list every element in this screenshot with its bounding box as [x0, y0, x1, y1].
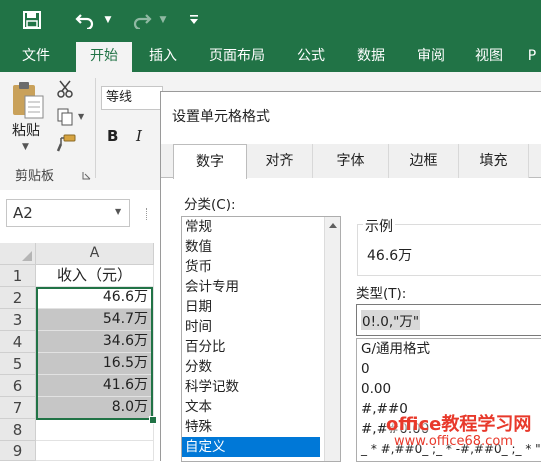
cut-icon[interactable]	[56, 80, 74, 102]
type-item[interactable]: 0.00	[357, 379, 541, 399]
redo-dropdown-icon[interactable]: ▼	[156, 8, 170, 32]
paste-icon[interactable]	[10, 80, 46, 120]
tab-view[interactable]: 视图	[462, 42, 516, 72]
sample-value: 46.6万	[367, 248, 413, 264]
selection-border	[36, 287, 153, 420]
group-divider	[95, 78, 96, 178]
type-input-value: 0!.0,"万"	[361, 310, 421, 330]
category-list[interactable]: 常规 数值 货币 会计专用 日期 时间 百分比 分数 科学记数 文本 特殊 自定…	[181, 216, 341, 462]
type-item[interactable]: 0	[357, 359, 541, 379]
row-header[interactable]: 4	[0, 331, 36, 353]
undo-icon[interactable]	[70, 8, 100, 32]
tab-page-layout[interactable]: 页面布局	[196, 42, 278, 72]
type-input[interactable]: 0!.0,"万"	[356, 304, 541, 336]
row-header[interactable]: 8	[0, 419, 36, 441]
watermark-title: office教程学习网	[386, 414, 532, 435]
category-item[interactable]: 时间	[182, 317, 340, 337]
category-item[interactable]: 分数	[182, 357, 340, 377]
tab-file[interactable]: 文件	[10, 42, 62, 72]
font-name-input[interactable]: 等线	[101, 86, 163, 110]
category-item[interactable]: 常规	[182, 217, 340, 237]
tab-number[interactable]: 数字	[173, 144, 247, 179]
format-painter-icon[interactable]	[56, 134, 76, 156]
paste-dropdown-icon[interactable]: ▼	[22, 142, 29, 152]
row-header[interactable]: 7	[0, 397, 36, 419]
category-item[interactable]: 数值	[182, 237, 340, 257]
paste-button[interactable]: 粘贴	[12, 120, 40, 140]
category-item-selected[interactable]: 自定义	[182, 437, 320, 457]
type-label: 类型(T):	[356, 286, 407, 302]
name-box-dropdown-icon[interactable]: ▼	[115, 207, 121, 216]
name-box[interactable]: A2 ▼	[6, 199, 130, 227]
category-item[interactable]: 特殊	[182, 417, 340, 437]
row-header[interactable]: 1	[0, 265, 36, 287]
row-header[interactable]: 9	[0, 441, 36, 461]
italic-button[interactable]: I	[136, 127, 142, 145]
tab-more[interactable]: P	[522, 42, 541, 72]
category-item[interactable]: 科学记数	[182, 377, 340, 397]
category-item[interactable]: 文本	[182, 397, 340, 417]
dialog-title: 设置单元格格式	[172, 109, 270, 125]
category-scrollbar[interactable]	[324, 217, 340, 461]
redo-icon[interactable]	[128, 8, 156, 32]
formula-bar-grip[interactable]	[146, 208, 150, 220]
tab-border[interactable]: 边框	[389, 144, 459, 178]
column-header-a[interactable]: A	[36, 243, 154, 265]
row-header[interactable]: 3	[0, 309, 36, 331]
category-label: 分类(C):	[184, 197, 236, 213]
row-header[interactable]: 6	[0, 375, 36, 397]
sample-label: 示例	[363, 216, 395, 236]
copy-dropdown-icon[interactable]: ▼	[78, 112, 84, 121]
type-item[interactable]: G/通用格式	[357, 339, 541, 359]
tab-data[interactable]: 数据	[344, 42, 398, 72]
watermark-logo: office教程学习网 www.office68.com	[384, 410, 541, 461]
row-header[interactable]: 5	[0, 353, 36, 375]
row-header[interactable]: 2	[0, 287, 36, 309]
category-item[interactable]: 日期	[182, 297, 340, 317]
clipboard-group-label: 剪贴板	[15, 169, 55, 184]
fill-handle[interactable]	[149, 416, 157, 424]
cell-a1-header[interactable]: 收入（元）	[36, 265, 154, 287]
title-bar: ▼ ▼	[0, 0, 541, 42]
bold-button[interactable]: B	[107, 127, 118, 145]
copy-icon[interactable]	[56, 108, 74, 130]
name-box-value: A2	[13, 204, 33, 222]
tab-review[interactable]: 审阅	[404, 42, 458, 72]
tab-insert[interactable]: 插入	[136, 42, 190, 72]
category-item[interactable]: 会计专用	[182, 277, 340, 297]
tab-font[interactable]: 字体	[313, 144, 389, 178]
tab-home[interactable]: 开始	[76, 42, 132, 72]
cell-a9[interactable]	[36, 441, 154, 461]
save-icon[interactable]	[18, 8, 46, 32]
select-all-corner[interactable]	[0, 243, 36, 265]
ribbon-tab-bar: 文件 开始 插入 页面布局 公式 数据 审阅 视图 P	[0, 42, 541, 72]
tab-alignment[interactable]: 对齐	[247, 144, 313, 178]
category-item[interactable]: 货币	[182, 257, 340, 277]
tab-formulas[interactable]: 公式	[284, 42, 338, 72]
category-item[interactable]: 百分比	[182, 337, 340, 357]
cell-a8[interactable]	[36, 419, 154, 441]
dialog-launcher-icon[interactable]	[82, 169, 91, 184]
watermark-url: www.office68.com	[394, 434, 513, 449]
tab-fill[interactable]: 填充	[459, 144, 529, 178]
format-cells-dialog: 设置单元格格式 对齐 字体 边框 填充 数字 分类(C): 常规 数值 货币 会…	[160, 91, 541, 462]
undo-dropdown-icon[interactable]: ▼	[100, 8, 116, 32]
customize-quick-access-icon[interactable]	[186, 8, 202, 32]
